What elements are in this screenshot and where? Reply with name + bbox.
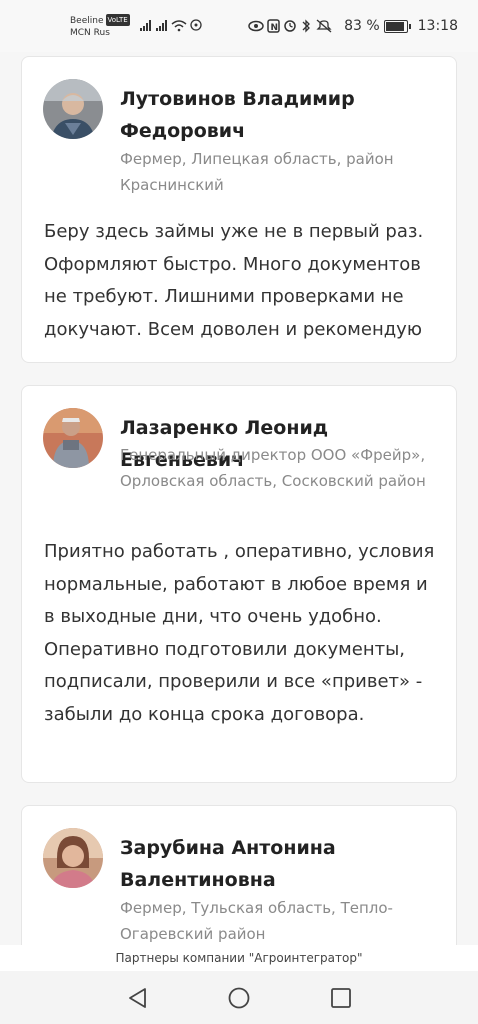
review-text: Приятно работать , оперативно, условия н… — [44, 541, 435, 725]
reviewer-role: Фермер, Липецкая область, район Краснинс… — [120, 150, 394, 194]
reviewer-name: Лутовинов Владимир Федорович — [120, 88, 355, 142]
review-text: Беру здесь займы уже не в первый раз. Оф… — [44, 221, 424, 340]
status-icons-left — [140, 18, 210, 35]
signal-icon — [140, 19, 202, 32]
footer-note: Партнеры компании "Агроинтегратор" — [0, 945, 478, 971]
clock: 13:18 — [417, 18, 458, 34]
avatar — [43, 79, 103, 139]
avatar — [43, 828, 103, 888]
volte-badge: VoLTE — [105, 14, 130, 26]
carrier-name-2: MCN Rus — [70, 28, 110, 38]
carrier-info: Beeline VoLTE MCN Rus — [70, 14, 130, 39]
reviews-list[interactable]: Лутовинов Владимир Федорович Фермер, Лип… — [0, 52, 478, 945]
system-icons: N — [248, 19, 332, 33]
review-card: Лутовинов Владимир Федорович Фермер, Лип… — [21, 56, 457, 363]
svg-text:N: N — [271, 23, 279, 33]
avatar — [43, 408, 103, 468]
reviewer-role: Фермер, Тульская область, Тепло-Огаревск… — [120, 899, 393, 943]
status-bar: Beeline VoLTE MCN Rus N 83 % 13:18 — [0, 0, 478, 52]
review-card: Лазаренко Леонид Евгеньевич Генеральный … — [21, 385, 457, 783]
recents-icon[interactable] — [328, 985, 354, 1011]
reviewer-name: Зарубина Антонина Валентиновна — [120, 837, 336, 891]
reviewer-role: Генеральный директор ООО «Фрейр», Орловс… — [120, 446, 426, 490]
carrier-name: Beeline — [70, 16, 104, 26]
review-card: Зарубина Антонина Валентиновна Фермер, Т… — [21, 805, 457, 945]
back-icon[interactable] — [125, 985, 151, 1011]
battery-percent: 83 % — [344, 18, 380, 34]
navigation-bar — [0, 971, 478, 1024]
status-icons-right: N 83 % 13:18 — [248, 18, 458, 34]
battery-fill — [385, 21, 404, 31]
home-icon[interactable] — [226, 985, 252, 1011]
battery-icon — [383, 19, 411, 33]
